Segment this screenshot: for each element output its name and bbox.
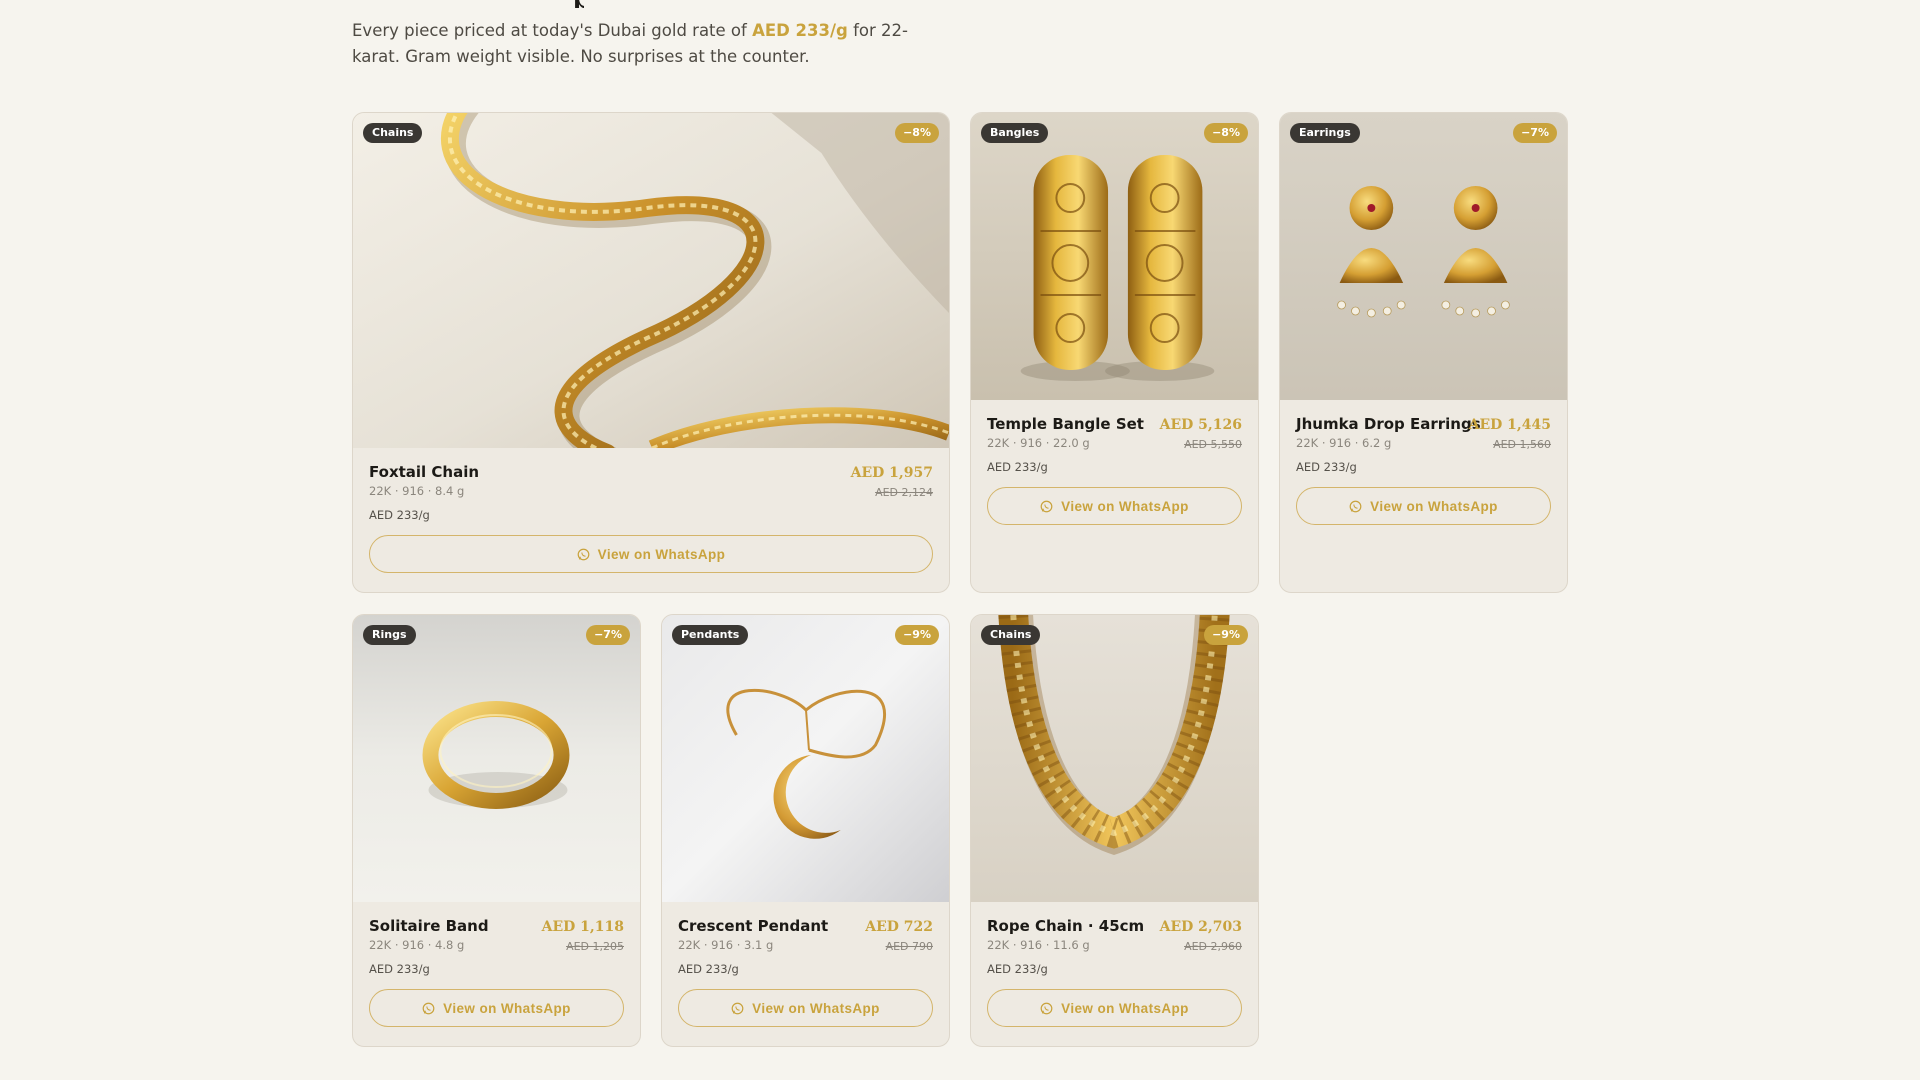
product-price: AED 1,445 bbox=[1468, 417, 1551, 433]
product-price: AED 722 bbox=[865, 919, 933, 935]
discount-badge: −7% bbox=[1513, 123, 1557, 143]
category-badge: Pendants bbox=[672, 625, 749, 645]
ring-photo bbox=[353, 615, 640, 902]
product-name: Jhumka Drop Earrings bbox=[1296, 415, 1481, 433]
category-badge: Chains bbox=[981, 625, 1041, 645]
button-label: View on WhatsApp bbox=[1061, 498, 1189, 514]
product-spec: 22K · 916 · 4.8 g bbox=[369, 938, 465, 952]
product-name: Temple Bangle Set bbox=[987, 415, 1144, 433]
view-on-whatsapp-button[interactable]: View on WhatsApp bbox=[369, 535, 933, 573]
intro-prefix: Every piece priced at today's Dubai gold… bbox=[352, 21, 753, 40]
product-spec: 22K · 916 · 11.6 g bbox=[987, 938, 1090, 952]
product-spec: 22K · 916 · 3.1 g bbox=[678, 938, 774, 952]
button-label: View on WhatsApp bbox=[752, 1000, 880, 1016]
product-gold-rate: AED 233/g bbox=[987, 460, 1048, 474]
discount-badge: −8% bbox=[1204, 123, 1248, 143]
whatsapp-icon bbox=[1040, 1002, 1053, 1014]
view-on-whatsapp-button[interactable]: View on WhatsApp bbox=[369, 989, 624, 1027]
whatsapp-icon bbox=[1040, 500, 1053, 512]
product-old-price: AED 790 bbox=[885, 940, 933, 953]
category-badge: Chains bbox=[363, 123, 423, 143]
product-spec: 22K · 916 · 22.0 g bbox=[987, 436, 1090, 450]
category-badge: Rings bbox=[363, 625, 416, 645]
product-gold-rate: AED 233/g bbox=[369, 508, 430, 522]
product-old-price: AED 5,550 bbox=[1184, 438, 1242, 451]
page-heading-letter: p bbox=[570, 0, 584, 8]
product-name: Crescent Pendant bbox=[678, 917, 829, 935]
discount-badge: −9% bbox=[895, 625, 939, 645]
product-card-temple-bangle-set[interactable]: Bangles −8% Temple Bangle Set 22K · 916 … bbox=[970, 112, 1259, 593]
discount-badge: −9% bbox=[1204, 625, 1248, 645]
product-old-price: AED 1,205 bbox=[566, 940, 624, 953]
product-price: AED 5,126 bbox=[1159, 417, 1242, 433]
button-label: View on WhatsApp bbox=[597, 546, 726, 562]
product-old-price: AED 2,124 bbox=[875, 486, 933, 499]
product-card-solitaire-band[interactable]: Rings −7% Solitaire Band 22K · 916 · 4.8… bbox=[352, 614, 641, 1047]
foxtail-chain-photo bbox=[353, 113, 949, 448]
product-price: AED 1,118 bbox=[541, 919, 624, 935]
product-spec: 22K · 916 · 8.4 g bbox=[369, 484, 465, 498]
intro-text: Every piece priced at today's Dubai gold… bbox=[352, 18, 912, 70]
page-heading-fragment: p bbox=[570, 0, 584, 8]
product-price: AED 2,703 bbox=[1159, 919, 1242, 935]
button-label: View on WhatsApp bbox=[1370, 498, 1498, 514]
discount-badge: −8% bbox=[895, 123, 939, 143]
category-badge: Earrings bbox=[1290, 123, 1360, 143]
bangle-photo bbox=[971, 113, 1258, 400]
product-spec: 22K · 916 · 6.2 g bbox=[1296, 436, 1392, 450]
earrings-photo bbox=[1280, 113, 1567, 400]
view-on-whatsapp-button[interactable]: View on WhatsApp bbox=[987, 989, 1242, 1027]
product-name: Rope Chain · 45cm bbox=[987, 917, 1145, 935]
whatsapp-icon bbox=[731, 1002, 744, 1014]
product-name: Foxtail Chain bbox=[369, 463, 480, 481]
whatsapp-icon bbox=[1349, 500, 1362, 512]
product-gold-rate: AED 233/g bbox=[369, 962, 430, 976]
category-badge: Bangles bbox=[981, 123, 1049, 143]
product-gold-rate: AED 233/g bbox=[987, 962, 1048, 976]
discount-badge: −7% bbox=[586, 625, 630, 645]
product-gold-rate: AED 233/g bbox=[678, 962, 739, 976]
whatsapp-icon bbox=[422, 1002, 435, 1014]
whatsapp-icon bbox=[577, 548, 590, 560]
product-gold-rate: AED 233/g bbox=[1296, 460, 1357, 474]
product-name: Solitaire Band bbox=[369, 917, 489, 935]
product-card-foxtail-chain[interactable]: Chains −8% Foxtail Chain 22K · 916 · 8.4… bbox=[352, 112, 950, 593]
view-on-whatsapp-button[interactable]: View on WhatsApp bbox=[1296, 487, 1551, 525]
product-old-price: AED 1,560 bbox=[1493, 438, 1551, 451]
product-card-rope-chain[interactable]: Chains −9% Rope Chain · 45cm 22K · 916 ·… bbox=[970, 614, 1259, 1047]
product-price: AED 1,957 bbox=[850, 465, 933, 481]
product-card-crescent-pendant[interactable]: Pendants −9% Crescent Pendant 22K · 916 … bbox=[661, 614, 950, 1047]
product-card-jhumka-drop-earrings[interactable]: Earrings −7% Jhumka Drop Earrings 22K · … bbox=[1279, 112, 1568, 593]
product-old-price: AED 2,960 bbox=[1184, 940, 1242, 953]
view-on-whatsapp-button[interactable]: View on WhatsApp bbox=[678, 989, 933, 1027]
pendant-photo bbox=[662, 615, 949, 902]
view-on-whatsapp-button[interactable]: View on WhatsApp bbox=[987, 487, 1242, 525]
intro-gold-rate: AED 233/g bbox=[752, 21, 848, 40]
button-label: View on WhatsApp bbox=[1061, 1000, 1189, 1016]
button-label: View on WhatsApp bbox=[443, 1000, 571, 1016]
rope-chain-photo bbox=[971, 615, 1258, 902]
